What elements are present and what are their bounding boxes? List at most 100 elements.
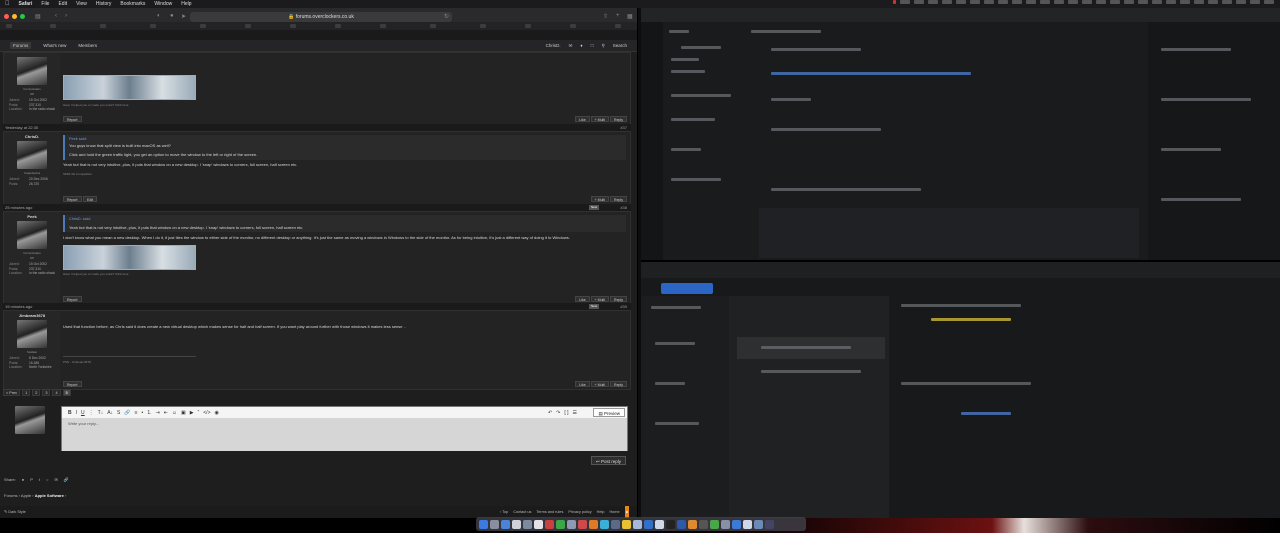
menu-view[interactable]: View: [76, 0, 87, 8]
menu-history[interactable]: History: [96, 0, 112, 8]
minimize-window-icon[interactable]: [12, 14, 17, 19]
quote-author[interactable]: ChrisD. said:: [69, 217, 622, 223]
report-button[interactable]: Report: [63, 116, 82, 122]
post-time[interactable]: Yesterday at 22:30: [5, 125, 38, 130]
reply-button[interactable]: Reply: [610, 381, 627, 387]
edit-button[interactable]: Edit: [83, 196, 98, 202]
inbox-icon[interactable]: ✉: [569, 43, 573, 49]
align-icon[interactable]: ≡: [135, 410, 138, 416]
search-icon[interactable]: ⚲: [601, 43, 604, 49]
avatar[interactable]: [17, 320, 47, 348]
undo-icon[interactable]: ↶: [548, 410, 552, 416]
strike-icon[interactable]: S: [117, 410, 120, 416]
menu-bookmarks[interactable]: Bookmarks: [120, 0, 145, 8]
menu-edit[interactable]: Edit: [58, 0, 67, 8]
breadcrumb-current[interactable]: Apple Software: [35, 493, 64, 498]
share-page-icon[interactable]: ⇧: [603, 13, 608, 20]
list-icon[interactable]: •: [142, 410, 144, 416]
page-link[interactable]: 3: [42, 389, 51, 396]
multi-quote-button[interactable]: + Multi: [590, 381, 610, 387]
page-link[interactable]: 4: [52, 389, 61, 396]
outdent-icon[interactable]: ⇤: [164, 410, 168, 416]
more-text-options-icon[interactable]: ⋮: [89, 410, 94, 416]
reload-icon[interactable]: ↻: [444, 13, 449, 20]
zoom-window-icon[interactable]: [20, 14, 25, 19]
link-icon[interactable]: 🔗: [64, 477, 69, 482]
multi-quote-button[interactable]: + Multi: [590, 116, 610, 122]
style-chooser[interactable]: ✎ Dark Style: [4, 510, 26, 514]
reply-textarea[interactable]: Write your reply...: [62, 418, 627, 451]
nav-forums[interactable]: Forums: [10, 42, 32, 49]
toggle-bbcode-icon[interactable]: [ ]: [564, 410, 568, 416]
code-icon[interactable]: </>: [203, 410, 210, 416]
avatar[interactable]: [17, 57, 47, 85]
sidebar-icon[interactable]: ▤: [35, 13, 41, 20]
report-button[interactable]: Report: [63, 381, 82, 387]
tumblr-icon[interactable]: t: [39, 477, 40, 482]
post-time[interactable]: 19 minutes ago: [5, 304, 32, 309]
nav-members[interactable]: Members: [78, 43, 97, 48]
whatsapp-icon[interactable]: ○: [46, 477, 48, 482]
bookmarks-icon[interactable]: □: [591, 43, 594, 48]
avatar[interactable]: [17, 221, 47, 249]
breadcrumb-apple[interactable]: Apple: [21, 493, 31, 498]
apple-menu-icon[interactable]: : [5, 0, 10, 8]
username[interactable]: Peek: [4, 214, 60, 219]
pinterest-icon[interactable]: P: [30, 477, 33, 482]
post-number[interactable]: #39: [620, 303, 627, 310]
reply-button[interactable]: Reply: [610, 196, 627, 202]
search-link[interactable]: Search: [613, 43, 627, 48]
font-color-icon[interactable]: A↓: [107, 410, 113, 416]
reply-button[interactable]: Reply: [610, 116, 627, 122]
shield-icon[interactable]: ◐: [157, 13, 161, 19]
underline-icon[interactable]: U: [81, 410, 85, 416]
new-tab-icon[interactable]: +: [616, 13, 620, 19]
post-reply-button[interactable]: ↩ Post reply: [591, 456, 627, 465]
quote-icon[interactable]: “: [198, 410, 200, 416]
emoji-icon[interactable]: ☺: [172, 410, 177, 416]
menu-window[interactable]: Window: [154, 0, 172, 8]
spoiler-icon[interactable]: ◉: [215, 410, 219, 416]
email-icon[interactable]: ✉: [54, 477, 57, 482]
current-page[interactable]: 5: [62, 389, 71, 396]
numbered-list-icon[interactable]: 1.: [147, 410, 151, 416]
preview-button[interactable]: ▤ Preview: [593, 408, 625, 417]
post-number[interactable]: #38: [620, 204, 627, 211]
extension-icon[interactable]: ●: [170, 13, 174, 19]
like-button[interactable]: Like: [575, 116, 590, 122]
account-link[interactable]: ChrisD.: [546, 43, 561, 48]
indent-icon[interactable]: ⇥: [155, 410, 159, 416]
drafts-icon[interactable]: ☰: [573, 410, 577, 416]
report-button[interactable]: Report: [63, 296, 82, 302]
like-button[interactable]: Like: [575, 296, 590, 302]
menu-file[interactable]: File: [41, 0, 49, 8]
report-button[interactable]: Report: [63, 196, 82, 202]
menu-app-name[interactable]: Safari: [19, 0, 33, 8]
username[interactable]: ChrisD.: [4, 134, 60, 139]
link-icon[interactable]: 🔗: [124, 410, 130, 416]
redo-icon[interactable]: ↷: [556, 410, 560, 416]
multi-quote-button[interactable]: + Multi: [590, 196, 610, 202]
username[interactable]: Jimbeam3678: [4, 313, 60, 318]
page-link[interactable]: 1: [22, 389, 31, 396]
tab-overview-icon[interactable]: ▦: [627, 13, 633, 20]
back-icon[interactable]: ‹: [55, 13, 57, 19]
forward-icon[interactable]: ›: [65, 13, 67, 19]
image-icon[interactable]: ▣: [181, 410, 186, 416]
address-bar[interactable]: 🔒 forums.overclockers.co.uk: [190, 12, 452, 22]
share-icon[interactable]: ➤: [181, 13, 186, 20]
like-button[interactable]: Like: [575, 381, 590, 387]
nav-whats-new[interactable]: What's new: [43, 43, 66, 48]
reply-button[interactable]: Reply: [610, 296, 627, 302]
italic-icon[interactable]: I: [76, 410, 77, 416]
media-icon[interactable]: ▶: [190, 410, 194, 416]
breadcrumb-forums[interactable]: Forums: [4, 493, 18, 498]
reddit-icon[interactable]: ●: [22, 477, 24, 482]
menu-help[interactable]: Help: [181, 0, 191, 8]
alerts-icon[interactable]: ♦: [580, 43, 582, 48]
close-window-icon[interactable]: [4, 14, 9, 19]
bold-icon[interactable]: B: [68, 410, 72, 416]
avatar[interactable]: [17, 141, 47, 169]
page-link[interactable]: 2: [32, 389, 41, 396]
multi-quote-button[interactable]: + Multi: [590, 296, 610, 302]
